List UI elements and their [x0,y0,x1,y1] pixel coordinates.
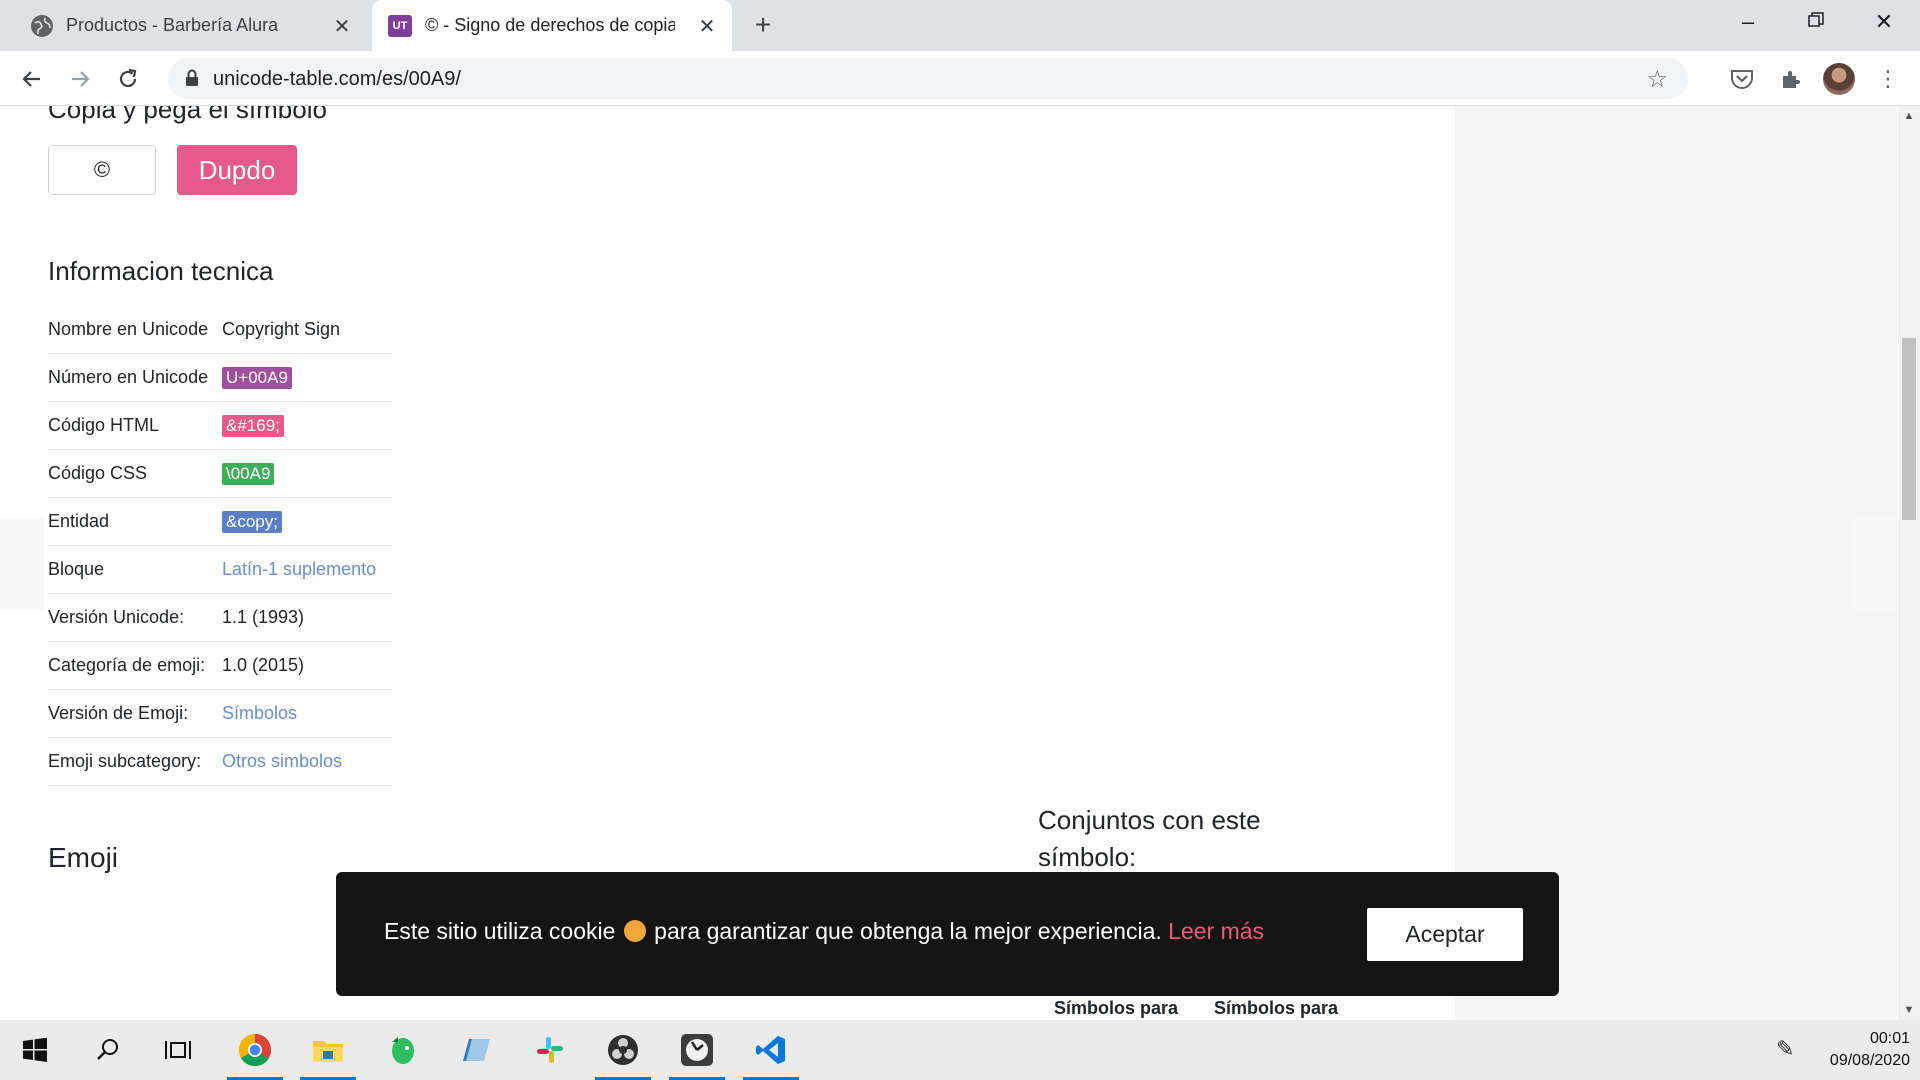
table-row: Entidad &copy; [48,498,392,546]
scrollbar[interactable]: ▲ ▼ [1898,106,1920,1020]
info-key: Código HTML [48,415,160,435]
avatar[interactable] [1823,63,1855,95]
chrome-icon[interactable] [225,1020,285,1080]
scroll-thumb[interactable] [1902,338,1916,520]
cookie-icon [623,920,646,942]
url-text[interactable]: unicode-table.com/es/00A9/ [213,68,461,91]
minimize-icon[interactable]: – [1728,4,1768,40]
sets-link[interactable]: Símbolos para [1054,998,1178,1019]
close-window-icon[interactable]: ✕ [1864,4,1904,40]
close-icon[interactable]: ✕ [696,15,718,38]
globe-icon [31,14,53,37]
sets-link[interactable]: Símbolos para [1214,998,1338,1019]
table-row: Bloque Latín-1 suplemento [48,546,392,594]
table-row: Categoría de emoji: 1.0 (2015) [48,642,392,690]
scroll-down-icon[interactable]: ▼ [1903,1004,1915,1016]
tab-strip: Productos - Barbería Alura ✕ UT © - Sign… [0,0,1920,51]
cookie-message: Este sitio utiliza cookie para garantiza… [384,918,1264,945]
info-value: 1.1 (1993) [222,607,305,627]
table-row: Nombre en Unicode Copyright Sign [48,306,392,354]
ut-icon: UT [388,14,412,37]
symbol-copy-field[interactable]: © [48,145,156,195]
slack-icon[interactable] [520,1020,580,1080]
table-row: Código HTML &#169; [48,402,392,450]
notes-app-icon[interactable] [446,1020,506,1080]
windows-start-icon[interactable] [5,1020,65,1080]
info-key: Versión de Emoji: [48,703,189,723]
lock-icon[interactable] [182,68,202,88]
info-key: Número en Unicode [48,367,209,387]
unicode-number-badge[interactable]: U+00A9 [222,366,292,389]
info-key: Entidad [48,511,110,531]
evernote-icon[interactable] [372,1020,432,1080]
info-value: Copyright Sign [222,319,341,339]
table-row: Número en Unicode U+00A9 [48,354,392,402]
copy-button[interactable]: Dupdo [177,145,297,195]
info-key: Versión Unicode: [48,607,185,627]
scroll-up-icon[interactable]: ▲ [1903,110,1915,122]
technical-info-table: Nombre en Unicode Copyright Sign Número … [48,306,392,786]
tab-productos[interactable]: Productos - Barbería Alura ✕ [17,0,367,51]
browser-toolbar: unicode-table.com/es/00A9/ ☆ ⋮ [0,51,1920,106]
pocket-icon[interactable] [1727,64,1757,94]
pen-icon[interactable]: ✎ [1776,1036,1794,1062]
side-panel-left [0,518,44,610]
css-code-badge[interactable]: \00A9 [222,462,275,485]
table-row: Emoji subcategory: Otros simbolos [48,738,392,786]
clock-time: 00:01 [1869,1030,1910,1047]
back-icon[interactable] [15,62,49,96]
tab-unicode-table[interactable]: UT © - Signo de derechos de copia ✕ [372,0,732,51]
table-row: Versión Unicode: 1.1 (1993) [48,594,392,642]
info-key: Emoji subcategory: [48,751,202,771]
html-code-badge[interactable]: &#169; [222,414,284,437]
tab-title: © - Signo de derechos de copia [425,15,675,35]
accept-cookies-button[interactable]: Aceptar [1367,908,1523,961]
info-key: Bloque [48,559,105,579]
table-row: Código CSS \00A9 [48,450,392,498]
obs-icon[interactable] [593,1020,653,1080]
forward-icon[interactable] [63,62,97,96]
entity-badge[interactable]: &copy; [222,510,282,533]
bookmark-star-icon[interactable]: ☆ [1646,65,1668,94]
info-value: 1.0 (2015) [222,655,305,675]
clock-date: 09/08/2020 [1829,1052,1910,1069]
address-bar[interactable]: unicode-table.com/es/00A9/ ☆ [168,58,1688,99]
emoji-version-link[interactable]: Símbolos [222,703,297,724]
cookie-banner: Este sitio utiliza cookie para garantiza… [336,872,1559,996]
read-more-link[interactable]: Leer más [1168,918,1264,944]
block-link[interactable]: Latín-1 suplemento [222,559,376,580]
new-tab-icon[interactable]: + [748,11,778,41]
cookie-text-start: Este sitio utiliza cookie [384,918,616,944]
menu-dots-icon[interactable]: ⋮ [1873,64,1903,94]
info-key: Categoría de emoji: [48,655,206,675]
tab-title: Productos - Barbería Alura [66,15,279,35]
cookie-text-end: para garantizar que obtenga la mejor exp… [654,918,1162,944]
table-row: Versión de Emoji: Símbolos [48,690,392,738]
clock-app-icon[interactable] [667,1020,727,1080]
taskbar: ✎ 00:01 09/08/2020 [0,1020,1920,1080]
info-key: Nombre en Unicode [48,319,209,339]
task-view-icon[interactable] [148,1020,208,1080]
technical-info-heading: Informacion tecnica [48,256,274,286]
reload-icon[interactable] [111,62,145,96]
side-panel-right [1850,518,1896,610]
info-key: Código CSS [48,463,148,483]
file-explorer-icon[interactable] [298,1020,358,1080]
restore-icon[interactable] [1796,4,1836,40]
sets-heading: Conjuntos con este símbolo: [1038,805,1261,872]
emoji-heading: Emoji [48,842,119,873]
copy-heading: Copia y pega el símbolo [48,106,327,124]
vscode-icon[interactable] [741,1020,801,1080]
system-clock[interactable]: 00:01 09/08/2020 [1810,1028,1910,1072]
emoji-subcategory-link[interactable]: Otros simbolos [222,751,342,772]
close-icon[interactable]: ✕ [331,15,353,38]
search-icon[interactable] [78,1020,138,1080]
extensions-icon[interactable] [1776,64,1806,94]
